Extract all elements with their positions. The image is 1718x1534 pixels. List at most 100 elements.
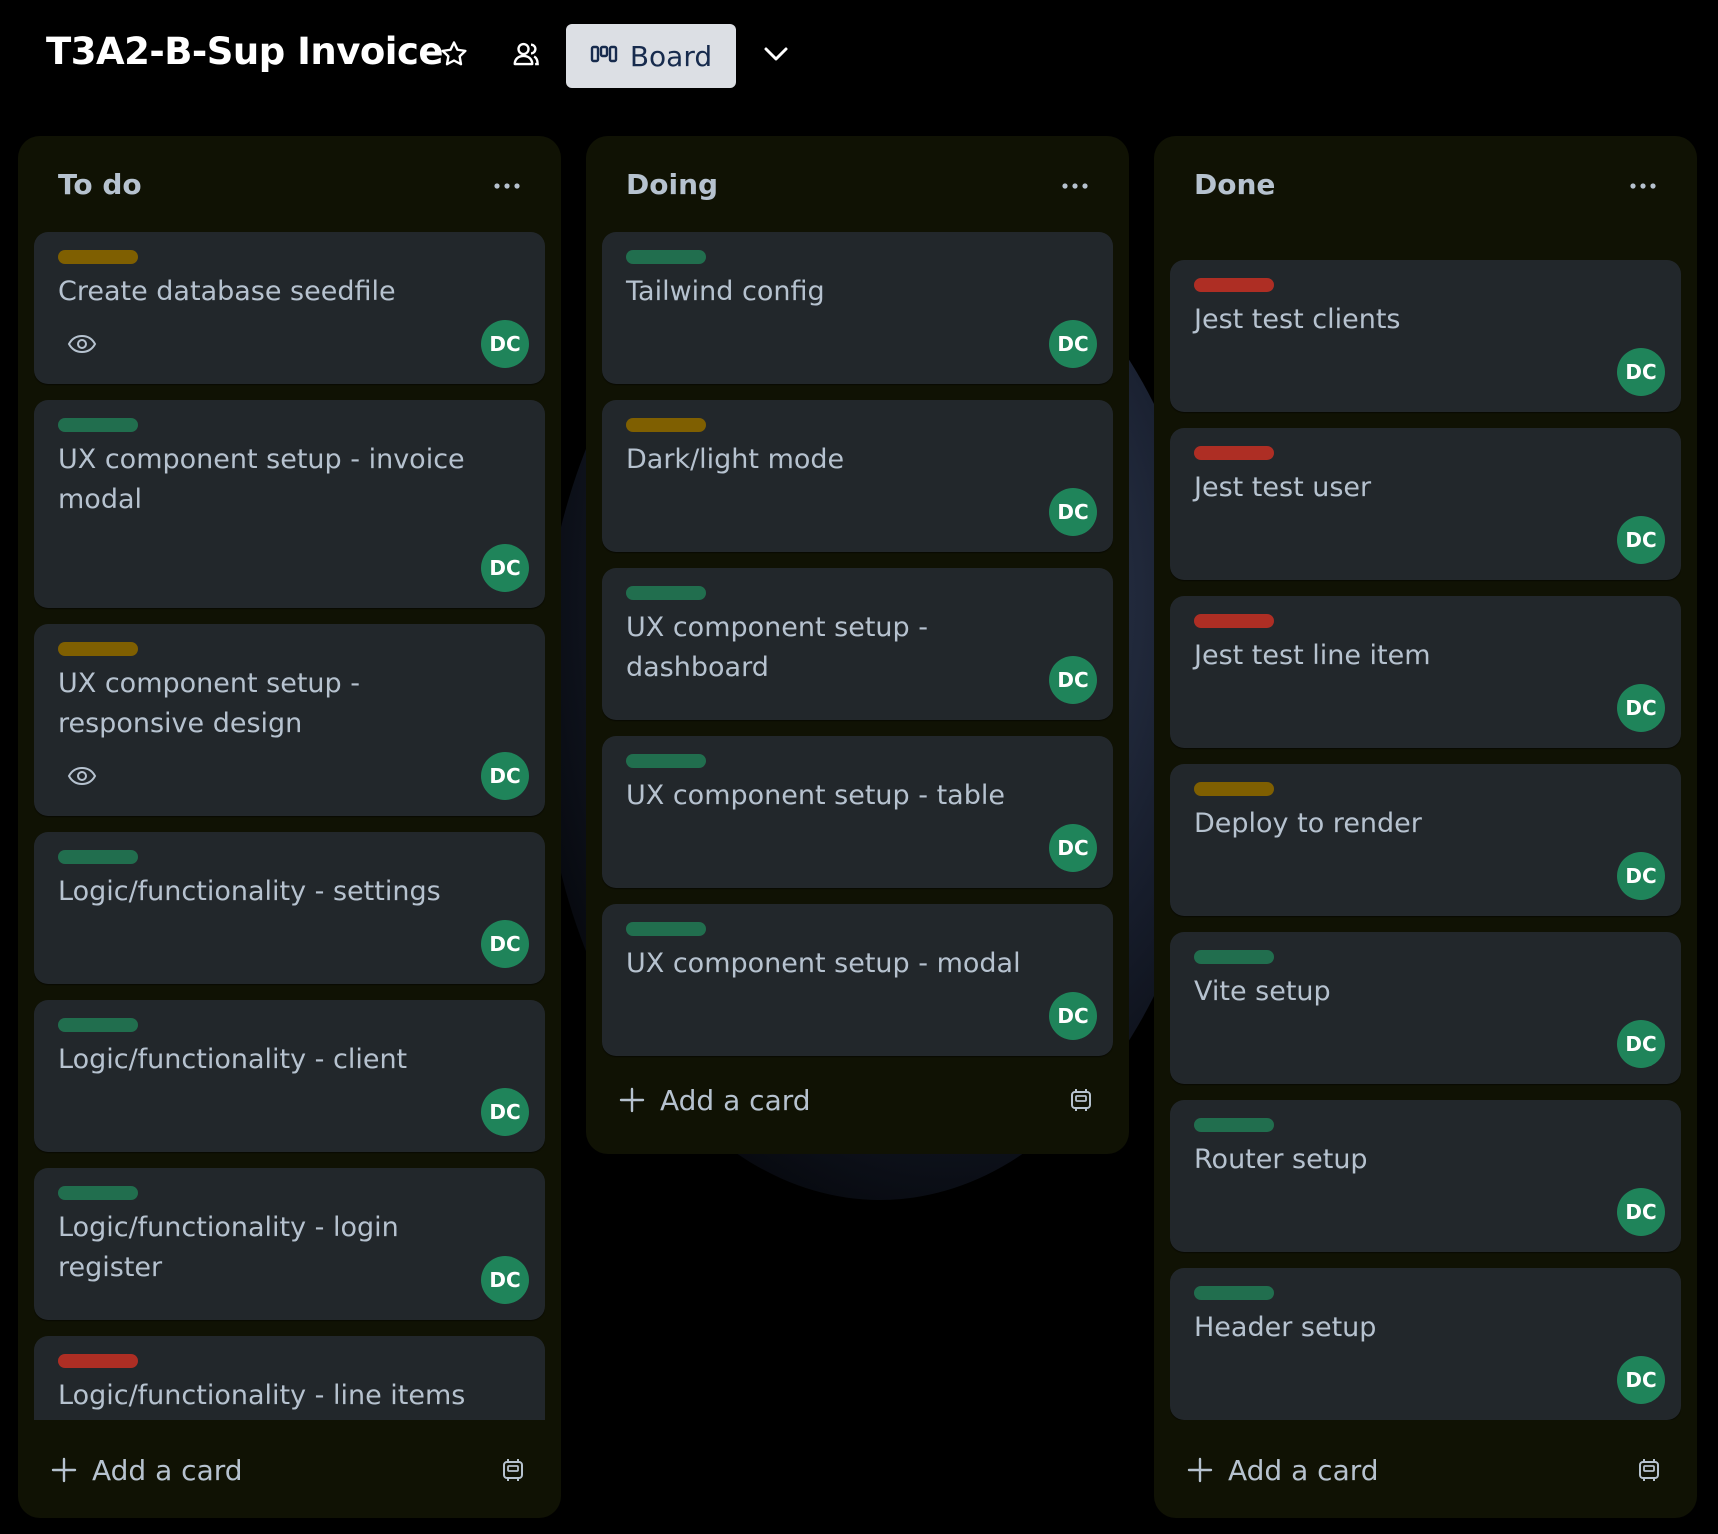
- card-label[interactable]: [626, 586, 706, 600]
- list-header: Done: [1154, 136, 1697, 232]
- list-title[interactable]: Done: [1194, 168, 1275, 201]
- member-avatar[interactable]: DC: [1049, 824, 1097, 872]
- card-title: Logic/functionality - login register: [58, 1212, 399, 1283]
- visibility-icon[interactable]: [506, 34, 546, 74]
- card-label[interactable]: [626, 418, 706, 432]
- add-card-button[interactable]: Add a card: [602, 1068, 1113, 1132]
- card-label[interactable]: [1194, 446, 1274, 460]
- add-card-label: Add a card: [92, 1453, 243, 1487]
- member-avatar[interactable]: DC: [481, 920, 529, 968]
- card-label[interactable]: [626, 250, 706, 264]
- card[interactable]: Dark/light mode DC: [602, 400, 1113, 552]
- add-card-button[interactable]: Add a card: [1170, 1438, 1681, 1502]
- card-title: Vite setup: [1194, 976, 1331, 1007]
- member-avatar[interactable]: DC: [481, 752, 529, 800]
- card[interactable]: Vite setup DC: [1170, 932, 1681, 1084]
- plus-icon: [48, 1454, 80, 1486]
- card-label[interactable]: [58, 850, 138, 864]
- card[interactable]: UX component setup - modal DC: [602, 904, 1113, 1056]
- board-title[interactable]: T3A2-B-Sup Invoice: [46, 30, 444, 73]
- template-icon[interactable]: [1061, 1080, 1101, 1120]
- board-header: T3A2-B-Sup Invoice Board: [0, 0, 1718, 112]
- list-header: To do: [18, 136, 561, 232]
- card-label[interactable]: [1194, 950, 1274, 964]
- board-view-label: Board: [629, 39, 713, 73]
- card-title: UX component setup - dashboard: [626, 612, 929, 683]
- list-title[interactable]: Doing: [626, 168, 718, 201]
- member-avatar[interactable]: DC: [481, 1088, 529, 1136]
- member-avatar[interactable]: DC: [1617, 1188, 1665, 1236]
- card-label[interactable]: [1194, 1118, 1274, 1132]
- card-label[interactable]: [1194, 782, 1274, 796]
- card-label[interactable]: [1194, 614, 1274, 628]
- chevron-down-icon[interactable]: [756, 34, 796, 74]
- eye-icon: [66, 328, 98, 360]
- card-label[interactable]: [626, 754, 706, 768]
- member-avatar[interactable]: DC: [1617, 1020, 1665, 1068]
- list-done: Done Jest test clients DC Jest test user DC…: [1154, 136, 1697, 1518]
- add-card-label: Add a card: [660, 1083, 811, 1117]
- board-view-button[interactable]: Board: [566, 24, 736, 88]
- plus-icon: [616, 1084, 648, 1116]
- card-label[interactable]: [58, 1018, 138, 1032]
- member-avatar[interactable]: DC: [1617, 516, 1665, 564]
- card[interactable]: Create database seedfile DC: [34, 232, 545, 384]
- card-title: UX component setup - table: [626, 780, 1005, 811]
- member-avatar[interactable]: DC: [1049, 320, 1097, 368]
- card[interactable]: Logic/functionality - login register DC: [34, 1168, 545, 1320]
- member-avatar[interactable]: DC: [1049, 992, 1097, 1040]
- card-label[interactable]: [1194, 1286, 1274, 1300]
- more-icon[interactable]: [487, 166, 527, 206]
- template-icon[interactable]: [1629, 1450, 1669, 1490]
- card-title: Jest test user: [1194, 472, 1372, 503]
- card-label[interactable]: [626, 922, 706, 936]
- more-icon[interactable]: [1623, 166, 1663, 206]
- member-avatar[interactable]: DC: [1617, 684, 1665, 732]
- card[interactable]: UX component setup - table DC: [602, 736, 1113, 888]
- card-title: Header setup: [1194, 1312, 1377, 1343]
- member-avatar[interactable]: DC: [1049, 656, 1097, 704]
- card-title: Dark/light mode: [626, 444, 845, 475]
- card-title: Create database seedfile: [58, 276, 396, 307]
- member-avatar[interactable]: DC: [1617, 348, 1665, 396]
- card[interactable]: Jest test user DC: [1170, 428, 1681, 580]
- card-label[interactable]: [58, 1354, 138, 1368]
- card[interactable]: Logic/functionality - client DC: [34, 1000, 545, 1152]
- member-avatar[interactable]: DC: [1617, 1356, 1665, 1404]
- board-view-icon: [590, 40, 618, 73]
- member-avatar[interactable]: DC: [1617, 852, 1665, 900]
- card[interactable]: UX component setup - invoice modal DC: [34, 400, 545, 608]
- member-avatar[interactable]: DC: [481, 1256, 529, 1304]
- member-avatar[interactable]: DC: [481, 544, 529, 592]
- card-title: Logic/functionality - line items: [58, 1380, 466, 1411]
- more-icon[interactable]: [1055, 166, 1095, 206]
- card-title: Logic/functionality - client: [58, 1044, 408, 1075]
- card[interactable]: Logic/functionality - settings DC: [34, 832, 545, 984]
- card-label[interactable]: [58, 642, 138, 656]
- plus-icon: [1184, 1454, 1216, 1486]
- card-label[interactable]: [58, 418, 138, 432]
- star-icon[interactable]: [434, 34, 474, 74]
- card[interactable]: Jest test clients DC: [1170, 260, 1681, 412]
- template-icon[interactable]: [493, 1450, 533, 1490]
- card[interactable]: Router setup DC: [1170, 1100, 1681, 1252]
- card[interactable]: Tailwind config DC: [602, 232, 1113, 384]
- card[interactable]: Header setup DC: [1170, 1268, 1681, 1420]
- add-card-label: Add a card: [1228, 1453, 1379, 1487]
- card[interactable]: UX component setup - responsive design DC: [34, 624, 545, 816]
- list-title[interactable]: To do: [58, 168, 142, 201]
- card-list: Jest test clients DC Jest test user DC Jest …: [1170, 232, 1681, 1420]
- member-avatar[interactable]: DC: [1049, 488, 1097, 536]
- eye-icon: [66, 760, 98, 792]
- card-label[interactable]: [1194, 278, 1274, 292]
- add-card-button[interactable]: Add a card: [34, 1438, 545, 1502]
- card-label[interactable]: [58, 250, 138, 264]
- list-to-do: To do Create database seedfile DC UX compo…: [18, 136, 561, 1518]
- card[interactable]: Deploy to render DC: [1170, 764, 1681, 916]
- card-label[interactable]: [58, 1186, 138, 1200]
- board-canvas: T3A2-B-Sup Invoice Board To do Create da…: [0, 0, 1718, 1534]
- card[interactable]: Logic/functionality - line itemsDC: [34, 1336, 545, 1420]
- card[interactable]: Jest test line item DC: [1170, 596, 1681, 748]
- card[interactable]: UX component setup - dashboard DC: [602, 568, 1113, 720]
- member-avatar[interactable]: DC: [481, 320, 529, 368]
